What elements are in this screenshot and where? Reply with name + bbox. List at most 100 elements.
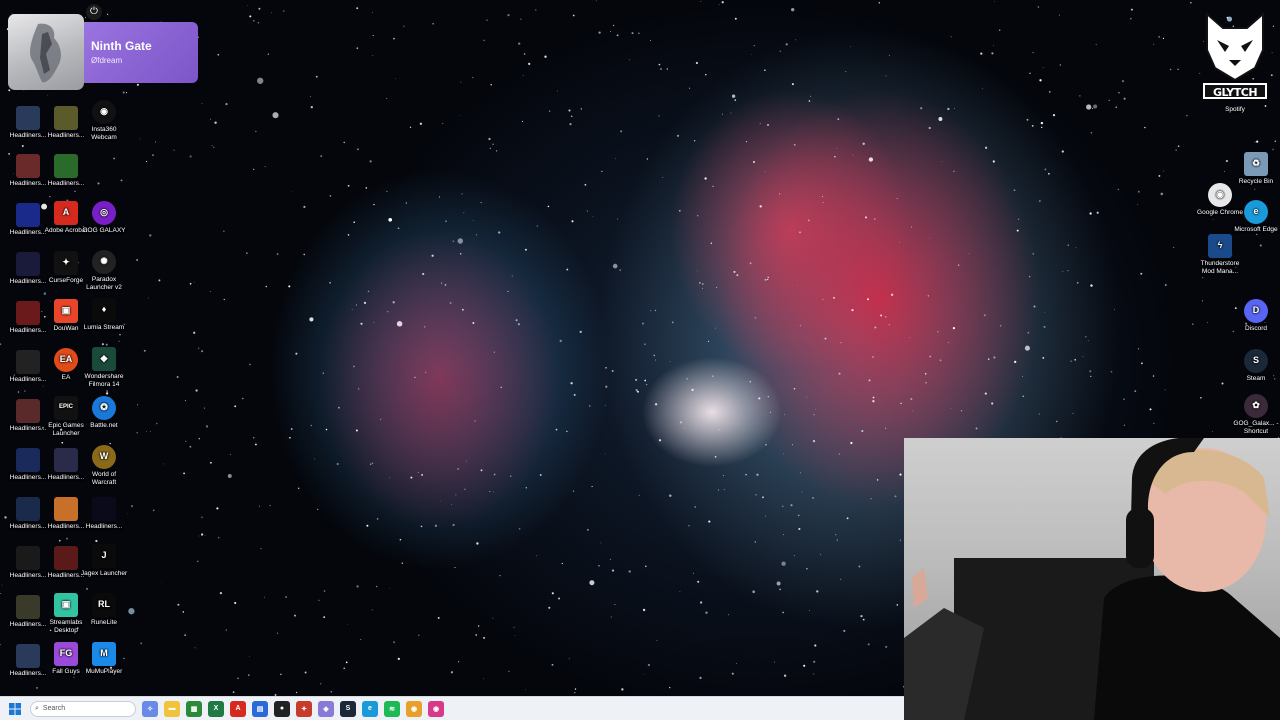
desktop-icon-label: GOG GALAXY: [82, 227, 126, 234]
desktop-icon-filmora[interactable]: ◆ Wondershare Filmora 14: [80, 347, 128, 388]
edge-icon: e: [1244, 200, 1268, 224]
desktop-icon-gog[interactable]: ◎ GOG GALAXY: [80, 201, 128, 235]
h7-icon: [16, 301, 40, 325]
desktop-icon-label: GOG_Galax... - Shortcut: [1233, 420, 1279, 435]
taskbar-excel-icon[interactable]: X: [208, 700, 224, 717]
streamlabs-icon: ▣: [54, 593, 78, 617]
h1-icon: [16, 106, 40, 130]
taskbar-file-explorer-icon[interactable]: ▬: [164, 700, 180, 717]
desktop-icon-goggalaxy-short[interactable]: ✿ GOG_Galax... - Shortcut: [1232, 394, 1280, 435]
track-artist: Øfdream: [91, 56, 123, 65]
webcam-overlay: [904, 438, 1280, 720]
taskbar-lumia-icon[interactable]: ◉: [428, 700, 444, 717]
taskbar-app-green-icon[interactable]: ▦: [186, 700, 202, 717]
desktop-icon-paradox[interactable]: ✺ Paradox Launcher v2: [80, 250, 128, 291]
desktop-icon-label: MuMuPlayer: [85, 668, 123, 675]
desktop-icon-label: Insta360 Webcam: [91, 126, 117, 141]
desktop-icon-insta[interactable]: ◉ Insta360 Webcam: [80, 100, 128, 141]
desktop-icon-label: Battle.net: [90, 422, 118, 429]
desktop-icon-thunder[interactable]: ϟ Thunderstore Mod Mana...: [1196, 234, 1244, 275]
epic-icon: EPIC: [54, 396, 78, 420]
h9-icon: [16, 399, 40, 423]
desktop-icon-label: RuneLite: [90, 619, 118, 626]
power-icon[interactable]: ⏻: [86, 4, 102, 20]
desktop-icon-label: Steam: [1246, 375, 1266, 382]
insta-icon: ◉: [92, 100, 116, 124]
desktop-icon-label: Microsoft Edge: [1234, 226, 1278, 233]
taskbar-spotify-icon[interactable]: ≋: [384, 700, 400, 717]
wow-icon: W: [92, 445, 116, 469]
spotify-label: Spotify: [1225, 106, 1245, 113]
thunder-icon: ϟ: [1208, 234, 1232, 258]
desktop-icon-label: Headliners...: [47, 180, 85, 187]
h6-icon: [16, 252, 40, 276]
taskbar-steam-icon[interactable]: S: [340, 700, 356, 717]
desktop-icon-label: Thunderstore Mod Mana...: [1200, 260, 1240, 275]
desktop-icon-battlenet[interactable]: ✪ Battle.net: [80, 396, 128, 430]
mumu-icon: M: [92, 642, 116, 666]
desktop-icon-recycle[interactable]: ♻ Recycle Bin: [1232, 152, 1280, 186]
search-icon: ⌕: [35, 704, 39, 712]
desktop-icon-edge[interactable]: e Microsoft Edge: [1232, 200, 1280, 234]
h2-icon: [54, 106, 78, 130]
desktop-icon-jagex[interactable]: J Jagex Launcher: [80, 544, 128, 578]
track-title: Ninth Gate: [91, 39, 152, 53]
desktop-icon-lumia[interactable]: ♦ Lumia Stream: [80, 298, 128, 332]
taskbar-app-red-icon[interactable]: ✦: [296, 700, 312, 717]
taskbar-search[interactable]: ⌕ Search: [30, 700, 136, 717]
steam-icon: S: [1244, 349, 1268, 373]
h3-icon: [16, 154, 40, 178]
desktop-icon-label: Discord: [1244, 325, 1268, 332]
taskbar-apps: ✧ ▬ ▦ X A ▤ ● ✦ ◈ Se ≋ ◉ ◉: [136, 700, 444, 717]
desktop-icon-label: Wondershare Filmora 14: [84, 373, 124, 388]
glytch-logo-text: GLYTCH: [1203, 83, 1267, 99]
now-playing-widget[interactable]: Ninth Gate Øfdream ⏻: [8, 4, 198, 90]
album-art: [8, 14, 84, 90]
douwan-icon: ▣: [54, 299, 78, 323]
desktop-icon-steam[interactable]: S Steam: [1232, 349, 1280, 383]
recycle-icon: ♻: [1244, 152, 1268, 176]
desktop-icon-label: World of Warcraft: [91, 471, 117, 486]
taskbar-app-purple-icon[interactable]: ◈: [318, 700, 334, 717]
h13-icon: [54, 497, 78, 521]
h10-icon: [16, 448, 40, 472]
h4-icon: [54, 154, 78, 178]
taskbar-app-blue-icon[interactable]: ▤: [252, 700, 268, 717]
gog-icon: ◎: [92, 201, 116, 225]
h14-icon: [92, 497, 116, 521]
search-placeholder: Search: [42, 705, 66, 712]
desktop-icon-h4[interactable]: Headliners...: [42, 154, 90, 188]
streamer-silhouette: [904, 438, 1280, 720]
fox-logo-icon: [1206, 11, 1264, 82]
paradox-icon: ✺: [92, 250, 116, 274]
h5-icon: [16, 203, 40, 227]
taskbar: ⌕ Search ✧ ▬ ▦ X A ▤ ● ✦ ◈ Se ≋ ◉ ◉: [0, 696, 904, 720]
h15-icon: [16, 546, 40, 570]
taskbar-obs-icon[interactable]: ●: [274, 700, 290, 717]
album-art-figure-icon: [30, 23, 61, 83]
taskbar-acrobat-icon[interactable]: A: [230, 700, 246, 717]
desktop-icon-discord[interactable]: D Discord: [1232, 299, 1280, 333]
h16-icon: [54, 546, 78, 570]
windows-icon: [9, 702, 21, 715]
taskbar-chrome-icon[interactable]: ◉: [406, 700, 422, 717]
goggalaxy-short-icon: ✿: [1244, 394, 1268, 418]
fallguys-icon: FG: [54, 642, 78, 666]
curse-icon: ✦: [54, 251, 78, 275]
desktop-icon-mumu[interactable]: M MuMuPlayer: [80, 642, 128, 676]
desktop-icon-wow[interactable]: W World of Warcraft: [80, 445, 128, 486]
discord-icon: D: [1244, 299, 1268, 323]
ea-icon: EA: [54, 348, 78, 372]
h18-icon: [16, 644, 40, 668]
h17-icon: [16, 595, 40, 619]
desktop-icon-h14[interactable]: Headliners...: [80, 497, 128, 531]
h8-icon: [16, 350, 40, 374]
h11-icon: [54, 448, 78, 472]
desktop-icon-runelite[interactable]: RL RuneLite: [80, 593, 128, 627]
taskbar-edge-icon[interactable]: e: [362, 700, 378, 717]
battlenet-icon: ✪: [92, 396, 116, 420]
desktop-icon-label: Headliners...: [85, 523, 123, 530]
h12-icon: [16, 497, 40, 521]
start-button[interactable]: [6, 700, 24, 718]
taskbar-copilot-icon[interactable]: ✧: [142, 700, 158, 717]
